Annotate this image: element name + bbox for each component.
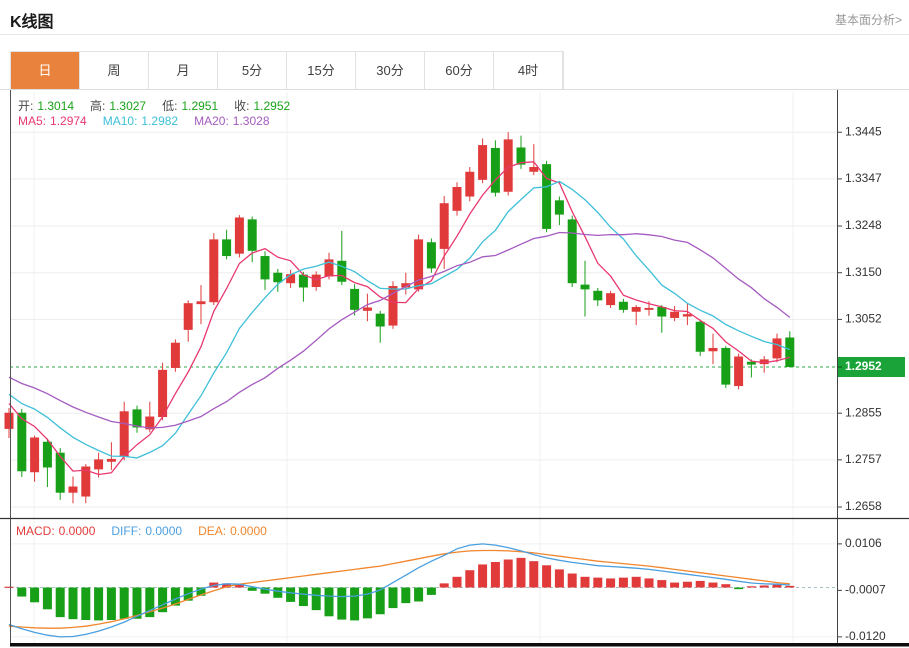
tab-4时[interactable]: 4时 [494, 52, 563, 89]
macd-pane [5, 544, 795, 637]
axis-tick-label: 1.3248 [845, 218, 882, 232]
axis-tick-label: 1.2658 [845, 499, 882, 513]
tab-月[interactable]: 月 [149, 52, 218, 89]
kline-chart: 1.3445 1.3347 1.3248 1.3150 1.3052 1.2855 1.27… [0, 89, 909, 648]
axis-tick-label: -0.0007 [845, 583, 886, 597]
axis-tick-label: -0.0120 [845, 629, 886, 643]
timeframe-tabs: 日周月5分15分30分60分4时 [10, 51, 564, 90]
tab-日[interactable]: 日 [11, 52, 80, 89]
fundamental-analysis-link[interactable]: 基本面分析> [835, 11, 902, 28]
tab-15分[interactable]: 15分 [287, 52, 356, 89]
current-price-label: 1.2952 [845, 359, 882, 373]
axis-tick-label: 1.3052 [845, 312, 882, 326]
axis-tick-label: 1.3150 [845, 265, 882, 279]
axis-tick-label: 1.3445 [845, 124, 882, 138]
axis-tick-label: 1.2855 [845, 405, 882, 419]
gridlines [10, 92, 837, 643]
axis-tick-label: 1.3347 [845, 171, 882, 185]
ma20-line [9, 233, 790, 429]
chart-frame [0, 90, 909, 647]
tab-60分[interactable]: 60分 [425, 52, 494, 89]
tab-30分[interactable]: 30分 [356, 52, 425, 89]
tab-5分[interactable]: 5分 [218, 52, 287, 89]
tab-周[interactable]: 周 [80, 52, 149, 89]
axis-labels: 1.3445 1.3347 1.3248 1.3150 1.3052 1.2855 1.27… [837, 124, 886, 643]
page-header: K线图 基本面分析> [0, 0, 909, 35]
axis-tick-label: 1.2757 [845, 452, 882, 466]
page-title: K线图 [10, 8, 54, 32]
current-price-badge: 1.2952 [837, 357, 905, 377]
candles [5, 132, 795, 503]
axis-tick-label: 0.0106 [845, 536, 882, 550]
